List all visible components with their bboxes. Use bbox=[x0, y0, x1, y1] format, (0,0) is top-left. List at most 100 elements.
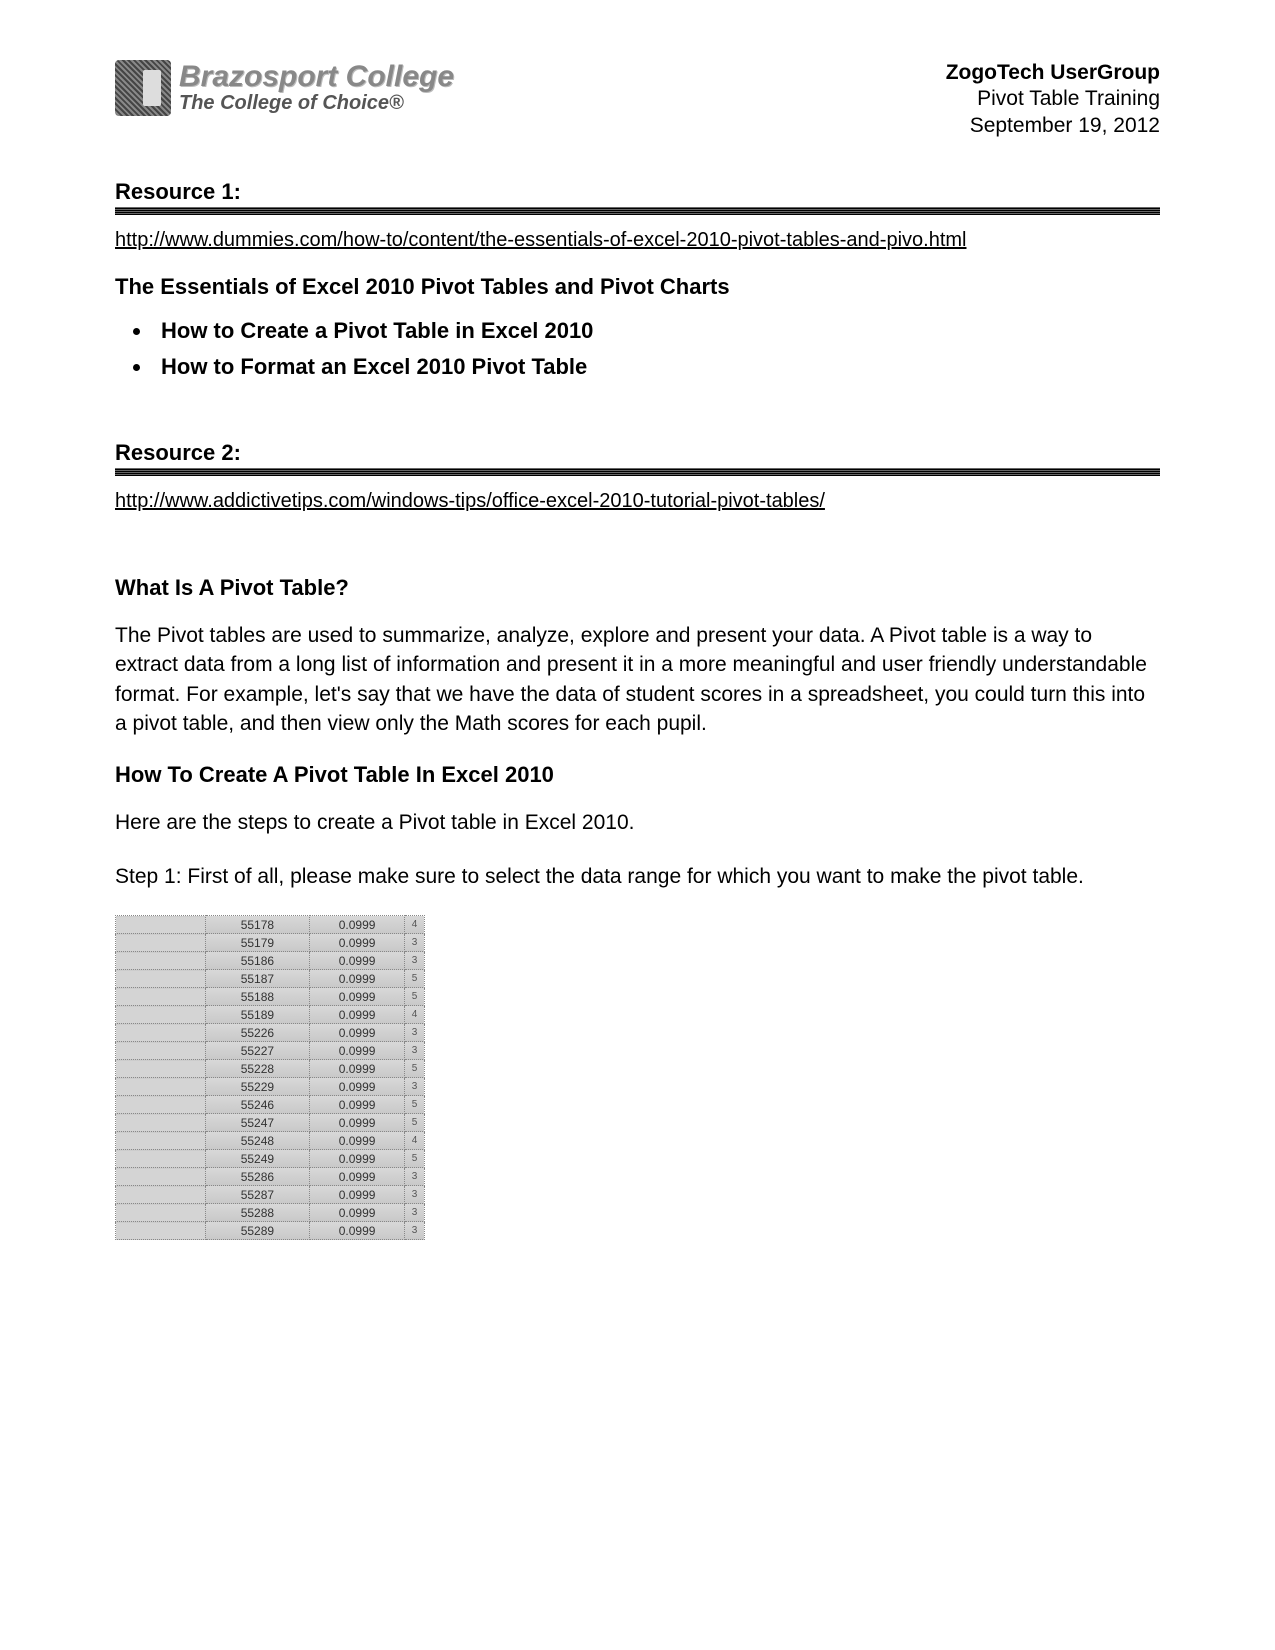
cell-id: 55246 bbox=[205, 1096, 310, 1114]
table-row: 552270.09993 bbox=[116, 1042, 425, 1060]
cell-value: 0.0999 bbox=[310, 1006, 405, 1024]
cell-blank bbox=[116, 1150, 206, 1168]
cell-id: 55188 bbox=[205, 988, 310, 1006]
cell-id: 55186 bbox=[205, 952, 310, 970]
cell-id: 55249 bbox=[205, 1150, 310, 1168]
cell-value: 0.0999 bbox=[310, 1204, 405, 1222]
cell-value: 0.0999 bbox=[310, 1042, 405, 1060]
divider bbox=[115, 468, 1160, 476]
cell-id: 55287 bbox=[205, 1186, 310, 1204]
cell-flag: 5 bbox=[404, 1114, 424, 1132]
cell-blank bbox=[116, 970, 206, 988]
table-row: 551880.09995 bbox=[116, 988, 425, 1006]
resource2-link[interactable]: http://www.addictivetips.com/windows-tip… bbox=[115, 490, 1160, 513]
cell-value: 0.0999 bbox=[310, 934, 405, 952]
cell-blank bbox=[116, 1186, 206, 1204]
cell-id: 55187 bbox=[205, 970, 310, 988]
table-row: 552280.09995 bbox=[116, 1060, 425, 1078]
cell-blank bbox=[116, 952, 206, 970]
cell-value: 0.0999 bbox=[310, 1114, 405, 1132]
cell-blank bbox=[116, 1204, 206, 1222]
table-row: 551860.09993 bbox=[116, 952, 425, 970]
cell-id: 55286 bbox=[205, 1168, 310, 1186]
cell-blank bbox=[116, 1096, 206, 1114]
table-row: 552880.09993 bbox=[116, 1204, 425, 1222]
cell-value: 0.0999 bbox=[310, 1222, 405, 1240]
cell-flag: 5 bbox=[404, 1150, 424, 1168]
table-row: 552290.09993 bbox=[116, 1078, 425, 1096]
list-item: How to Format an Excel 2010 Pivot Table bbox=[153, 354, 1160, 380]
resource1-link[interactable]: http://www.dummies.com/how-to/content/th… bbox=[115, 229, 1160, 252]
table-row: 551790.09993 bbox=[116, 934, 425, 952]
cell-flag: 3 bbox=[404, 1168, 424, 1186]
what-is-heading: What Is A Pivot Table? bbox=[115, 575, 1160, 601]
meta-sub: Pivot Table Training bbox=[946, 86, 1160, 112]
cell-blank bbox=[116, 1132, 206, 1150]
how-to-intro: Here are the steps to create a Pivot tab… bbox=[115, 808, 1160, 837]
cell-flag: 3 bbox=[404, 1204, 424, 1222]
cell-id: 55248 bbox=[205, 1132, 310, 1150]
resource2-title: Resource 2: bbox=[115, 440, 1160, 466]
table-row: 552480.09994 bbox=[116, 1132, 425, 1150]
cell-id: 55189 bbox=[205, 1006, 310, 1024]
cell-flag: 3 bbox=[404, 1078, 424, 1096]
cell-value: 0.0999 bbox=[310, 1168, 405, 1186]
document-page: Brazosport College The College of Choice… bbox=[0, 0, 1275, 1280]
list-item: How to Create a Pivot Table in Excel 201… bbox=[153, 318, 1160, 344]
cell-blank bbox=[116, 1042, 206, 1060]
cell-flag: 4 bbox=[404, 916, 424, 934]
cell-id: 55247 bbox=[205, 1114, 310, 1132]
table-row: 552470.09995 bbox=[116, 1114, 425, 1132]
cell-id: 55178 bbox=[205, 916, 310, 934]
cell-flag: 4 bbox=[404, 1132, 424, 1150]
table-row: 551870.09995 bbox=[116, 970, 425, 988]
cell-value: 0.0999 bbox=[310, 1132, 405, 1150]
cell-flag: 5 bbox=[404, 970, 424, 988]
divider bbox=[115, 207, 1160, 215]
resource1-title: Resource 1: bbox=[115, 179, 1160, 205]
table-row: 552860.09993 bbox=[116, 1168, 425, 1186]
cell-id: 55179 bbox=[205, 934, 310, 952]
table-row: 552490.09995 bbox=[116, 1150, 425, 1168]
meta-title: ZogoTech UserGroup bbox=[946, 60, 1160, 86]
cell-blank bbox=[116, 1078, 206, 1096]
how-to-heading: How To Create A Pivot Table In Excel 201… bbox=[115, 762, 1160, 788]
cell-flag: 3 bbox=[404, 1222, 424, 1240]
page-header: Brazosport College The College of Choice… bbox=[115, 60, 1160, 139]
cell-blank bbox=[116, 1222, 206, 1240]
cell-flag: 5 bbox=[404, 1096, 424, 1114]
resource1-list: How to Create a Pivot Table in Excel 201… bbox=[153, 318, 1160, 380]
cell-flag: 3 bbox=[404, 1186, 424, 1204]
header-meta: ZogoTech UserGroup Pivot Table Training … bbox=[946, 60, 1160, 139]
cell-blank bbox=[116, 1114, 206, 1132]
cell-blank bbox=[116, 1006, 206, 1024]
cell-id: 55288 bbox=[205, 1204, 310, 1222]
logo-block: Brazosport College The College of Choice… bbox=[115, 60, 454, 116]
cell-value: 0.0999 bbox=[310, 1186, 405, 1204]
table-row: 552890.09993 bbox=[116, 1222, 425, 1240]
step1-text: Step 1: First of all, please make sure t… bbox=[115, 862, 1160, 891]
cell-flag: 3 bbox=[404, 952, 424, 970]
cell-blank bbox=[116, 916, 206, 934]
cell-id: 55226 bbox=[205, 1024, 310, 1042]
meta-date: September 19, 2012 bbox=[946, 113, 1160, 139]
cell-value: 0.0999 bbox=[310, 970, 405, 988]
resource1-subtitle: The Essentials of Excel 2010 Pivot Table… bbox=[115, 274, 1160, 300]
cell-value: 0.0999 bbox=[310, 1024, 405, 1042]
cell-flag: 3 bbox=[404, 1042, 424, 1060]
cell-flag: 4 bbox=[404, 1006, 424, 1024]
table-row: 551780.09994 bbox=[116, 916, 425, 934]
table-row: 552460.09995 bbox=[116, 1096, 425, 1114]
cell-id: 55289 bbox=[205, 1222, 310, 1240]
cell-blank bbox=[116, 988, 206, 1006]
cell-value: 0.0999 bbox=[310, 988, 405, 1006]
cell-flag: 3 bbox=[404, 934, 424, 952]
cell-id: 55229 bbox=[205, 1078, 310, 1096]
cell-flag: 5 bbox=[404, 1060, 424, 1078]
table-row: 552870.09993 bbox=[116, 1186, 425, 1204]
cell-blank bbox=[116, 1024, 206, 1042]
cell-id: 55227 bbox=[205, 1042, 310, 1060]
logo-line2: The College of Choice® bbox=[179, 92, 454, 114]
cell-value: 0.0999 bbox=[310, 952, 405, 970]
cell-value: 0.0999 bbox=[310, 1096, 405, 1114]
